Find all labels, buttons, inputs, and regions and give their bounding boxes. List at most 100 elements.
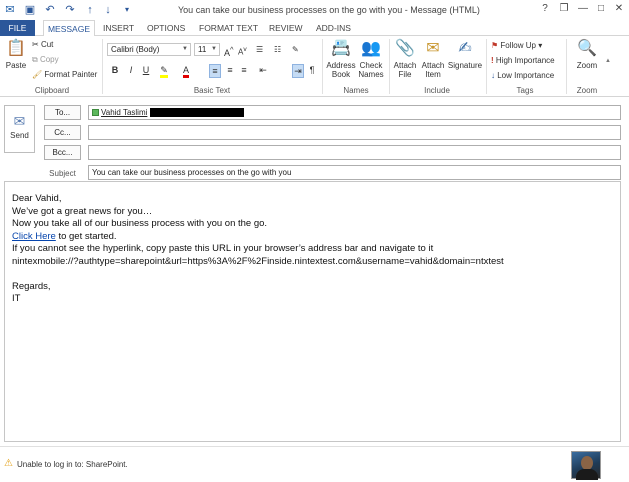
- cc-field[interactable]: [88, 125, 621, 140]
- bold-button[interactable]: B: [109, 64, 121, 76]
- status-bar: ⚠ Unable to log in to: SharePoint.: [0, 446, 629, 482]
- avatar-face: [581, 456, 593, 470]
- collapse-ribbon-icon[interactable]: ▲: [605, 58, 611, 64]
- tab-add-ins[interactable]: ADD-INS: [316, 20, 351, 36]
- bcc-button[interactable]: Bcc...: [44, 145, 81, 160]
- bcc-field[interactable]: [88, 145, 621, 160]
- warning-icon: ⚠: [4, 458, 13, 469]
- redo-icon[interactable]: ↷: [62, 3, 78, 17]
- zoom-label: Zoom: [576, 61, 598, 70]
- paste-button[interactable]: 📋 Paste: [4, 39, 28, 70]
- tab-file[interactable]: FILE: [0, 20, 35, 36]
- decrease-indent-icon[interactable]: ⇤: [257, 64, 269, 76]
- tab-options[interactable]: OPTIONS: [147, 20, 185, 36]
- body-link-line: Click Here to get started.: [12, 231, 613, 244]
- attach-file-button[interactable]: 📎 Attach File: [392, 39, 418, 79]
- high-importance-label: High Importance: [495, 56, 555, 65]
- chevron-down-icon: ▼: [182, 46, 188, 52]
- zoom-button[interactable]: 🔍 Zoom: [572, 39, 602, 70]
- paperclip-icon: 📎: [395, 40, 415, 57]
- send-label: Send: [10, 131, 29, 140]
- tags-group-label: Tags: [516, 86, 534, 95]
- font-name-value: Calibri (Body): [111, 45, 160, 54]
- ltr-text-icon[interactable]: ¶: [306, 64, 318, 76]
- clear-format-icon[interactable]: ✎: [292, 44, 299, 55]
- copy-label: Copy: [39, 55, 59, 64]
- clipboard-icon: 📋: [6, 40, 26, 57]
- body-link-after: to get started.: [55, 230, 117, 242]
- paste-label: Paste: [5, 61, 27, 70]
- status-text: Unable to log in to: SharePoint.: [17, 460, 128, 469]
- shrink-font-icon[interactable]: Av: [238, 44, 247, 58]
- font-size-select[interactable]: 11 ▼: [194, 43, 220, 56]
- grow-font-icon[interactable]: A^: [224, 44, 234, 59]
- include-group-label: Include: [424, 86, 450, 95]
- attach-item-button[interactable]: ✉ Attach Item: [420, 39, 446, 79]
- underline-button[interactable]: U: [140, 64, 152, 76]
- copy-button[interactable]: ⧉ Copy: [32, 54, 59, 65]
- attach-item-label: Attach Item: [421, 61, 445, 79]
- subject-field[interactable]: You can take our business processes on t…: [88, 165, 621, 180]
- italic-button[interactable]: I: [125, 64, 137, 76]
- follow-up-button[interactable]: ⚑ Follow Up ▾: [491, 40, 542, 51]
- subject-label: Subject: [49, 169, 76, 178]
- attach-file-label: Attach File: [393, 61, 417, 79]
- scissors-icon: ✂: [32, 40, 39, 49]
- avatar[interactable]: [571, 451, 601, 480]
- signature-icon: ✍: [458, 40, 472, 57]
- increase-indent-icon[interactable]: ⇥: [292, 64, 304, 78]
- undo-icon[interactable]: ↶: [42, 3, 58, 17]
- high-importance-button[interactable]: ! High Importance: [491, 55, 555, 66]
- click-here-link[interactable]: Click Here: [12, 231, 56, 242]
- body-line: We’ve got a great news for you…: [12, 205, 153, 217]
- format-painter-button[interactable]: 🖌 Format Painter: [32, 69, 97, 80]
- font-color-icon[interactable]: A: [180, 64, 192, 78]
- address-book-icon: 📇: [331, 40, 351, 57]
- body-line: Now you take all of our business process…: [12, 218, 268, 229]
- customize-icon[interactable]: ▾: [119, 3, 135, 17]
- tab-insert[interactable]: INSERT: [103, 20, 134, 36]
- redacted-block: [150, 108, 245, 118]
- maximize-icon[interactable]: □: [592, 2, 610, 16]
- avatar-shoulders: [576, 469, 598, 480]
- bullets-icon[interactable]: ☰: [256, 44, 263, 55]
- send-button[interactable]: ✉ Send: [4, 105, 35, 153]
- ribbon-tabs: FILE MESSAGE INSERT OPTIONS FORMAT TEXT …: [0, 20, 629, 37]
- check-names-button[interactable]: 👥 Check Names: [357, 39, 385, 79]
- magnifier-icon: 🔍: [577, 40, 597, 57]
- separator: [102, 39, 103, 94]
- align-left-icon[interactable]: ≡: [209, 64, 221, 78]
- cut-label: Cut: [40, 40, 54, 49]
- low-importance-button[interactable]: ↓ Low Importance: [491, 70, 554, 81]
- tab-format-text[interactable]: FORMAT TEXT: [199, 20, 258, 36]
- up-icon[interactable]: ↑: [82, 3, 98, 17]
- message-body[interactable]: Dear Vahid, We’ve got a great news for y…: [4, 181, 621, 442]
- close-icon[interactable]: ✕: [610, 2, 628, 16]
- ribbon-display-icon[interactable]: ❐: [555, 2, 573, 16]
- numbering-icon[interactable]: ☷: [274, 44, 281, 55]
- to-field[interactable]: Vahid Taslimi: [88, 105, 621, 120]
- cut-button[interactable]: ✂ Cut: [32, 39, 53, 50]
- recipient-name[interactable]: Vahid Taslimi: [101, 108, 147, 117]
- font-size-value: 11: [198, 45, 207, 54]
- down-icon[interactable]: ↓: [100, 3, 116, 17]
- envelope-icon: ✉: [426, 40, 440, 57]
- minimize-icon[interactable]: —: [574, 2, 592, 16]
- align-center-icon[interactable]: ≡: [224, 64, 236, 76]
- help-icon[interactable]: ?: [536, 2, 554, 16]
- separator: [322, 39, 323, 94]
- highlight-icon[interactable]: ✎: [158, 64, 170, 78]
- signature-button[interactable]: ✍ Signature: [447, 39, 483, 70]
- clipboard-group-label: Clipboard: [34, 86, 70, 95]
- align-right-icon[interactable]: ≡: [238, 64, 250, 76]
- tab-review[interactable]: REVIEW: [269, 20, 303, 36]
- body-gap: [12, 268, 613, 281]
- address-book-label: Address Book: [326, 61, 356, 79]
- to-button[interactable]: To...: [44, 105, 81, 120]
- font-name-select[interactable]: Calibri (Body) ▼: [107, 43, 191, 56]
- tab-message[interactable]: MESSAGE: [43, 20, 95, 37]
- address-book-button[interactable]: 📇 Address Book: [326, 39, 356, 79]
- zoom-group-label: Zoom: [576, 86, 598, 95]
- save-icon[interactable]: ▣: [22, 3, 38, 17]
- cc-button[interactable]: Cc...: [44, 125, 81, 140]
